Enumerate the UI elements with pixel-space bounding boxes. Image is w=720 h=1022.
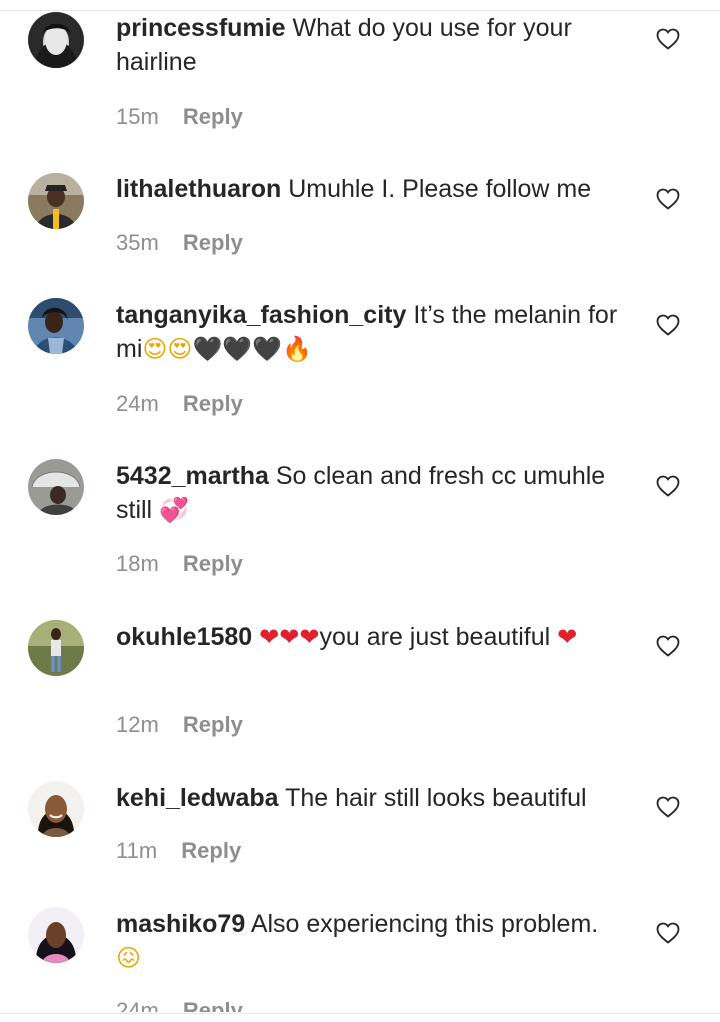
- top-divider: [0, 0, 720, 11]
- comment-body: tanganyika_fashion_city It’s the melanin…: [116, 298, 626, 366]
- comment-body: okuhle1580 ❤❤❤you are just beautiful ❤: [116, 620, 626, 654]
- comment-list: princessfumie What do you use for your h…: [0, 0, 720, 1012]
- comment-emoji: 😍😍🖤🖤🖤🔥: [142, 335, 312, 363]
- comment-username[interactable]: lithalethuaron: [116, 175, 281, 203]
- two-hearts-emoji-icon: 💞: [159, 496, 189, 524]
- comment-time: 15m: [116, 104, 159, 129]
- red-heart-emoji-icon: ❤: [557, 623, 578, 651]
- heart-outline-icon[interactable]: [656, 475, 680, 497]
- comment-body: princessfumie What do you use for your h…: [116, 11, 626, 79]
- avatar-woman-smile-icon[interactable]: [28, 781, 84, 837]
- reply-button[interactable]: Reply: [183, 998, 243, 1012]
- comment-body: mashiko79 Also experiencing this problem…: [116, 907, 626, 975]
- comment-text: Umuhle I. Please follow me: [288, 175, 592, 203]
- comment-text: you are just beautiful: [319, 623, 551, 651]
- heart-outline-icon[interactable]: [656, 188, 680, 210]
- reply-button[interactable]: Reply: [183, 551, 243, 576]
- fire-emoji-icon: 🔥: [282, 335, 312, 363]
- comment-body: 5432_martha So clean and fresh cc umuhle…: [116, 459, 626, 527]
- comment-username[interactable]: mashiko79: [116, 910, 245, 938]
- comment-username[interactable]: 5432_martha: [116, 462, 269, 490]
- heart-outline-icon[interactable]: [656, 635, 680, 657]
- avatar-woman-bw-icon[interactable]: [28, 12, 84, 68]
- comment-time: 24m: [116, 391, 159, 416]
- comment-time: 11m: [116, 838, 158, 863]
- reply-button[interactable]: Reply: [183, 104, 243, 129]
- avatar-umbrella-icon[interactable]: [28, 459, 84, 515]
- comment-body: lithalethuaron Umuhle I. Please follow m…: [116, 172, 626, 206]
- comment-username[interactable]: okuhle1580: [116, 623, 252, 651]
- heart-eyes-emoji-icon: 😍😍: [142, 335, 193, 363]
- heart-outline-icon[interactable]: [656, 314, 680, 336]
- black-heart-emoji-icon: 🖤🖤🖤: [192, 335, 283, 363]
- avatar-woman-pink-icon[interactable]: [28, 907, 84, 963]
- comment-username[interactable]: princessfumie: [116, 14, 286, 42]
- comment-meta: 24m Reply: [116, 998, 243, 1012]
- confounded-face-emoji-icon: 😖: [116, 944, 142, 972]
- reply-button[interactable]: Reply: [183, 391, 243, 416]
- comment-body: kehi_ledwaba The hair still looks beauti…: [116, 781, 626, 815]
- reply-button[interactable]: Reply: [183, 230, 243, 255]
- heart-outline-icon[interactable]: [656, 796, 680, 818]
- red-hearts-emoji-icon: ❤❤❤: [259, 623, 320, 651]
- comment-time: 35m: [116, 230, 159, 255]
- comment-username[interactable]: kehi_ledwaba: [116, 784, 279, 812]
- comment-text: Also experiencing this problem.: [250, 910, 599, 938]
- comment-time: 18m: [116, 551, 159, 576]
- reply-button[interactable]: Reply: [181, 838, 241, 863]
- avatar-woman-denim-icon[interactable]: [28, 298, 84, 354]
- heart-outline-icon[interactable]: [656, 922, 680, 944]
- reply-button[interactable]: Reply: [183, 712, 243, 737]
- avatar-outdoor-person-icon[interactable]: [28, 620, 84, 676]
- comment-time: 12m: [116, 712, 159, 737]
- comment-time: 24m: [116, 998, 159, 1012]
- comment-meta: 24m Reply: [116, 391, 243, 417]
- heart-outline-icon[interactable]: [656, 28, 680, 50]
- comment-meta: 18m Reply: [116, 551, 243, 577]
- comment-text: The hair still looks beautiful: [285, 784, 587, 812]
- avatar-man-cap-icon[interactable]: [28, 173, 84, 229]
- comment-meta: 15m Reply: [116, 104, 243, 130]
- comment-meta: 11m Reply: [116, 838, 241, 864]
- comment-meta: 35m Reply: [116, 230, 243, 256]
- comment-meta: 12m Reply: [116, 712, 243, 738]
- comment-username[interactable]: tanganyika_fashion_city: [116, 301, 406, 329]
